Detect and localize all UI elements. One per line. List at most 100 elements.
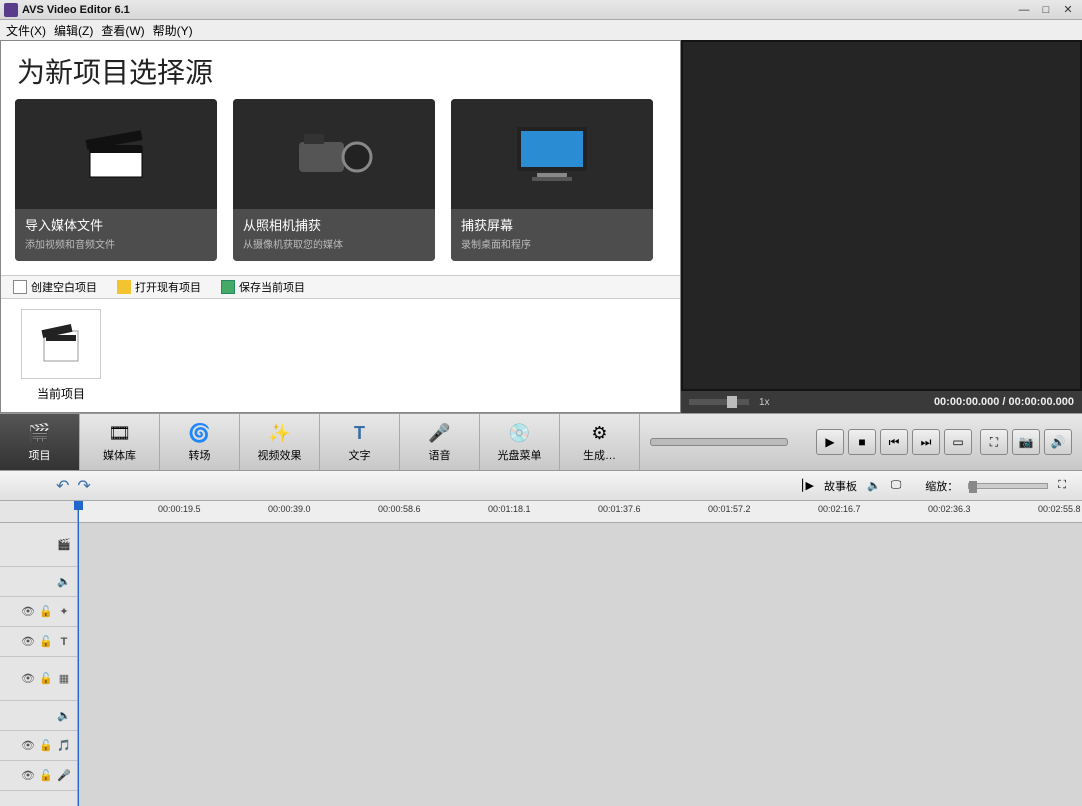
- source-screen-sub: 录制桌面和程序: [461, 236, 643, 251]
- lock-icon: 🔓: [39, 739, 53, 753]
- track-head-text[interactable]: 👁🔓T: [0, 627, 77, 657]
- playback-speed-slider[interactable]: [689, 399, 749, 405]
- ruler-tick: 00:01:37.6: [598, 504, 641, 514]
- track-head-music[interactable]: 👁🔓🎵: [0, 731, 77, 761]
- storyboard-label[interactable]: 故事板: [824, 478, 857, 494]
- speed-label: 1x: [759, 397, 770, 408]
- document-icon: [13, 280, 27, 294]
- menu-help[interactable]: 帮助(Y): [153, 22, 193, 39]
- source-capture-title: 从照相机捕获: [243, 215, 425, 234]
- timecode: 00:00:00.000 / 00:00:00.000: [934, 396, 1074, 408]
- track-head-voice[interactable]: 👁🔓🎤: [0, 761, 77, 791]
- source-capture-screen[interactable]: 捕获屏幕 录制桌面和程序: [451, 99, 653, 261]
- ruler-tick: 00:02:16.7: [818, 504, 861, 514]
- save-current-project[interactable]: 保存当前项目: [221, 279, 305, 295]
- new-blank-project[interactable]: 创建空白项目: [13, 279, 97, 295]
- transport-bar: ▶ ■ ⏮ ⏭ ▭ ⛶ 📷 🔊: [640, 414, 1082, 470]
- music-icon: 🎵: [57, 739, 71, 753]
- tab-project[interactable]: 🎬项目: [0, 414, 80, 470]
- prev-button[interactable]: ⏮: [880, 429, 908, 455]
- gear-icon: ⚙: [588, 421, 612, 445]
- menubar: 文件(X) 编辑(Z) 查看(W) 帮助(Y): [0, 20, 1082, 40]
- zoom-slider[interactable]: [968, 483, 1048, 489]
- timeline-toolbar: ↶ ↷ ⎮▶ 故事板 🔈 🖵 缩放： ⛶: [0, 471, 1082, 501]
- scrub-slider[interactable]: [650, 438, 788, 446]
- media-library: 当前项目: [1, 299, 680, 412]
- split-icon[interactable]: ⎮▶: [800, 479, 814, 492]
- wand-icon: ✨: [268, 421, 292, 445]
- ruler-ticks: 00:00:19.5 00:00:39.0 00:00:58.6 00:01:1…: [78, 501, 1082, 522]
- preview-screen[interactable]: [683, 42, 1080, 389]
- ruler-tick: 00:01:57.2: [708, 504, 751, 514]
- track-headers: 🎬 🔈 👁🔓✦ 👁🔓T 👁🔓▦ 🔈 👁🔓🎵 👁🔓🎤: [0, 523, 78, 806]
- playhead[interactable]: [78, 501, 79, 806]
- next-button[interactable]: ⏭: [912, 429, 940, 455]
- project-thumb-icon: [21, 309, 101, 379]
- source-screen-title: 捕获屏幕: [461, 215, 643, 234]
- track-head-overlay[interactable]: 👁🔓▦: [0, 657, 77, 701]
- menu-view[interactable]: 查看(W): [101, 22, 144, 39]
- lock-icon: 🔓: [39, 605, 53, 619]
- stop-button[interactable]: ■: [848, 429, 876, 455]
- fx-icon: ✦: [57, 605, 71, 619]
- minimize-button[interactable]: —: [1014, 3, 1034, 17]
- monitor-small-icon[interactable]: 🖵: [891, 479, 902, 492]
- timeline-ruler[interactable]: 00:00:19.5 00:00:39.0 00:00:58.6 00:01:1…: [0, 501, 1082, 523]
- tool-tabs: 🎬项目 🎞媒体库 🌀转场 ✨视频效果 T文字 🎤语音 💿光盘菜单 ⚙生成… ▶ …: [0, 413, 1082, 471]
- mic-icon: 🎤: [428, 421, 452, 445]
- tab-produce[interactable]: ⚙生成…: [560, 414, 640, 470]
- undo-button[interactable]: ↶: [56, 476, 69, 496]
- app-icon: [4, 3, 18, 17]
- redo-button[interactable]: ↷: [77, 476, 90, 496]
- menu-edit[interactable]: 编辑(Z): [54, 22, 93, 39]
- source-import-title: 导入媒体文件: [25, 215, 207, 234]
- source-capture-sub: 从摄像机获取您的媒体: [243, 236, 425, 251]
- camcorder-icon: [289, 124, 379, 184]
- lock-icon: 🔓: [39, 672, 53, 686]
- mic-track-icon: 🎤: [57, 769, 71, 783]
- menu-file[interactable]: 文件(X): [6, 22, 46, 39]
- tab-voice[interactable]: 🎤语音: [400, 414, 480, 470]
- play-button[interactable]: ▶: [816, 429, 844, 455]
- tab-transitions[interactable]: 🌀转场: [160, 414, 240, 470]
- zoom-label: 缩放：: [925, 478, 958, 494]
- clapper-icon: 🎬: [28, 421, 52, 445]
- frame-button[interactable]: ▭: [944, 429, 972, 455]
- swirl-icon: 🌀: [188, 421, 212, 445]
- tab-disc-menu[interactable]: 💿光盘菜单: [480, 414, 560, 470]
- library-current-project[interactable]: 当前项目: [11, 309, 111, 402]
- track-head-fx[interactable]: 👁 🔓 ✦: [0, 597, 77, 627]
- source-import-media[interactable]: 导入媒体文件 添加视频和音频文件: [15, 99, 217, 261]
- disc-icon: 💿: [508, 421, 532, 445]
- window-title: AVS Video Editor 6.1: [22, 4, 130, 16]
- eye-icon: 👁: [21, 769, 35, 783]
- close-button[interactable]: ✕: [1058, 3, 1078, 17]
- track-head-overlay-audio[interactable]: 🔈: [0, 701, 77, 731]
- tab-text[interactable]: T文字: [320, 414, 400, 470]
- audio-icon[interactable]: 🔈: [867, 479, 881, 492]
- snapshot-button[interactable]: 📷: [1012, 429, 1040, 455]
- monitor-icon: [507, 119, 597, 189]
- eye-icon: 👁: [21, 672, 35, 686]
- track-area[interactable]: [78, 523, 1082, 806]
- tab-media-library[interactable]: 🎞媒体库: [80, 414, 160, 470]
- lock-icon: 🔓: [39, 635, 53, 649]
- video-track-icon: 🎬: [57, 538, 71, 552]
- track-head-video[interactable]: 🎬: [0, 523, 77, 567]
- source-capture-camera[interactable]: 从照相机捕获 从摄像机获取您的媒体: [233, 99, 435, 261]
- folder-icon: [117, 280, 131, 294]
- open-existing-project[interactable]: 打开现有项目: [117, 279, 201, 295]
- track-head-audio[interactable]: 🔈: [0, 567, 77, 597]
- project-bar: 创建空白项目 打开现有项目 保存当前项目: [1, 275, 680, 299]
- fullscreen-button[interactable]: ⛶: [980, 429, 1008, 455]
- ruler-tick: 00:00:39.0: [268, 504, 311, 514]
- titlebar: AVS Video Editor 6.1 — □ ✕: [0, 0, 1082, 20]
- fit-zoom-button[interactable]: ⛶: [1058, 479, 1066, 492]
- source-import-sub: 添加视频和音频文件: [25, 236, 207, 251]
- tab-video-effects[interactable]: ✨视频效果: [240, 414, 320, 470]
- speaker-icon: 🔈: [57, 709, 71, 723]
- volume-button[interactable]: 🔊: [1044, 429, 1072, 455]
- clapperboard-icon: [84, 127, 148, 181]
- maximize-button[interactable]: □: [1036, 3, 1056, 17]
- eye-icon: 👁: [21, 605, 35, 619]
